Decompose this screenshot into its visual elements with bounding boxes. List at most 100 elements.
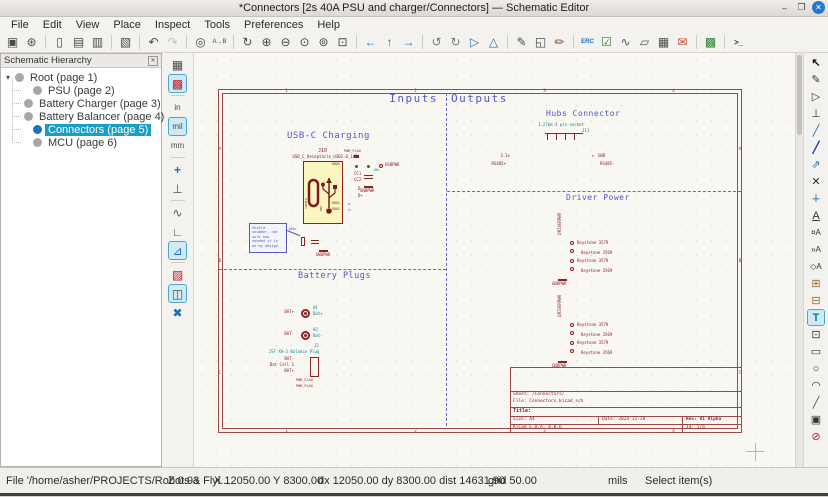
grid-toggle-icon[interactable]: ▦ xyxy=(169,56,186,73)
wire-tool-icon[interactable]: ╱ xyxy=(808,123,824,138)
testpoint-label[interactable]: Keystone 3569 xyxy=(581,251,612,255)
pwr-flag-label[interactable]: PWR_FLAG xyxy=(344,150,361,154)
inputs-outputs-divider[interactable] xyxy=(446,93,447,426)
nav-forward-icon[interactable]: → xyxy=(400,34,417,51)
rotate-ccw-icon[interactable]: ↺ xyxy=(428,34,445,51)
net-label-rs485m[interactable]: RS485- xyxy=(600,162,614,166)
line-free-angle-icon[interactable]: ∿ xyxy=(169,204,186,221)
sheet-pin-tool-icon[interactable]: ⊟ xyxy=(808,293,824,308)
menu-item[interactable]: Inspect xyxy=(148,19,197,31)
battery-plugs-divider[interactable] xyxy=(219,269,446,270)
net-label-batplus[interactable]: BAT+ xyxy=(258,310,294,314)
testpoint-label[interactable]: Keystone 3579 xyxy=(577,259,608,263)
testpoint-label[interactable]: Keystone 3569 xyxy=(581,333,612,337)
print-icon[interactable]: ▤ xyxy=(70,34,87,51)
mirror-v-icon[interactable]: △ xyxy=(485,34,502,51)
net-label-tool-icon[interactable]: A xyxy=(808,208,824,223)
mirror-h-icon[interactable]: ▷ xyxy=(466,34,483,51)
menu-item[interactable]: Place xyxy=(106,19,148,31)
close-button[interactable]: ✕ xyxy=(812,1,825,14)
textbox-tool-icon[interactable]: ⊡ xyxy=(808,327,824,342)
line-tool-icon[interactable]: ╱ xyxy=(808,395,824,410)
select-tool-icon[interactable]: ↖ xyxy=(808,55,824,70)
find-icon[interactable]: ◎ xyxy=(192,34,209,51)
annotate-icon[interactable]: ✎ xyxy=(513,34,530,51)
plot-icon[interactable]: ▥ xyxy=(89,34,106,51)
arc-tool-icon[interactable]: ◠ xyxy=(808,378,824,393)
battery-section-title[interactable]: Battery Plugs xyxy=(298,272,371,281)
bom-icon[interactable]: ✉ xyxy=(674,34,691,51)
line-45-icon[interactable]: ⊿ xyxy=(169,242,186,259)
testpoint-label[interactable]: Keystone 3579 xyxy=(577,341,608,345)
nav-back-icon[interactable]: ← xyxy=(362,34,379,51)
net-label-cc1[interactable]: CC1 xyxy=(354,172,361,176)
net-label-cc2[interactable]: CC2 xyxy=(354,178,361,182)
canvas-vertical-scrollbar[interactable] xyxy=(795,53,803,467)
no-connect-tool-icon[interactable]: ✕ xyxy=(808,174,824,189)
hubs-ref[interactable]: J11 xyxy=(582,129,589,133)
global-label-tool-icon[interactable]: ◇A xyxy=(808,259,824,274)
net-label-bal3[interactable]: BAT+ xyxy=(250,369,294,373)
refresh-icon[interactable]: ↻ xyxy=(239,34,256,51)
shield-note[interactable]: Shield snubber, not sure how needed it i… xyxy=(249,223,287,253)
hierarchy-navigator-icon[interactable]: ◫ xyxy=(169,285,186,302)
net-label-3v3[interactable]: 3.3v xyxy=(484,154,510,158)
highlight-net-tool-icon[interactable]: ✎ xyxy=(808,72,824,87)
symbol-library-links-icon[interactable]: ◱ xyxy=(532,34,549,51)
hubs-section-title[interactable]: Hubs Connector xyxy=(546,110,620,118)
text-tool-icon[interactable]: T xyxy=(808,310,824,325)
plug-ref[interactable]: H1 xyxy=(313,306,318,310)
menu-item[interactable]: Edit xyxy=(36,19,69,31)
hierarchy-tree-item[interactable]: Battery Charger (page 3) xyxy=(1,97,161,110)
hierarchy-tree-item[interactable]: ▾ Root (page 1) xyxy=(1,71,161,84)
erc-check-icon[interactable]: ☑ xyxy=(598,34,615,51)
find-replace-icon[interactable]: A→B xyxy=(211,34,228,51)
inputs-label[interactable]: Inputs xyxy=(334,93,438,104)
usbc-body[interactable]: SHIELD GND xyxy=(303,161,343,224)
net-label-bal2[interactable]: Bat Cell 1 xyxy=(250,363,294,367)
balance-body[interactable] xyxy=(310,357,319,377)
hierarchy-tree-item[interactable]: Battery Balancer (page 4) xyxy=(1,110,161,123)
zoom-in-icon[interactable]: ⊕ xyxy=(258,34,275,51)
menu-item[interactable]: Tools xyxy=(197,19,237,31)
netclass-directive-tool-icon[interactable]: ¤A xyxy=(808,225,824,240)
circle-tool-icon[interactable]: ○ xyxy=(808,361,824,376)
properties-panel-icon[interactable]: ✖ xyxy=(169,304,186,321)
console-icon[interactable]: >_ xyxy=(730,34,747,51)
plug-value[interactable]: Bat+ xyxy=(313,312,323,316)
outputs-label[interactable]: Outputs xyxy=(451,93,508,104)
balance-ref[interactable]: J2 xyxy=(314,344,319,348)
net-label-dplus[interactable]: D+ xyxy=(358,194,363,198)
hubs-desc[interactable]: 1.27mm 4 pin socket xyxy=(516,123,606,127)
balance-value[interactable]: JST XH-3 Balance Plug xyxy=(244,350,344,354)
menu-item[interactable]: Preferences xyxy=(237,19,310,31)
junction-tool-icon[interactable]: ∔ xyxy=(808,191,824,206)
hierarchy-tree-item[interactable]: Connectors (page 5) xyxy=(1,123,161,136)
usbpwr-label[interactable]: USBPWR xyxy=(385,163,399,167)
testpoint-label[interactable]: Keystone 3579 xyxy=(577,241,608,245)
hierarchy-tree-item[interactable]: PSU (page 2) xyxy=(1,84,161,97)
testpoint-label[interactable]: Keystone 3579 xyxy=(577,323,608,327)
driver-rail-label[interactable]: DRIVERPWR xyxy=(558,295,562,317)
minimize-button[interactable]: – xyxy=(778,1,791,14)
schematic-canvas[interactable]: 1234 1234 ABC ABC Inputs Outputs USB-C C… xyxy=(194,53,795,467)
undo-icon[interactable]: ↶ xyxy=(145,34,162,51)
assign-footprints-icon[interactable]: ▱ xyxy=(636,34,653,51)
place-symbol-tool-icon[interactable]: ▷ xyxy=(808,89,824,104)
hidden-pins-icon[interactable]: ⊥ xyxy=(169,180,186,197)
testpoint-label[interactable]: Keystone 3569 xyxy=(581,351,612,355)
cap-value[interactable]: 10u xyxy=(373,169,379,173)
zoom-out-icon[interactable]: ⊖ xyxy=(277,34,294,51)
erc-icon[interactable]: ERC xyxy=(579,34,596,51)
zoom-objects-icon[interactable]: ⊚ xyxy=(315,34,332,51)
driver-section-title[interactable]: Driver Power xyxy=(566,194,630,202)
maximize-button[interactable]: ❒ xyxy=(795,1,808,14)
nav-up-icon[interactable]: ↑ xyxy=(381,34,398,51)
scrollbar-thumb[interactable] xyxy=(797,55,802,135)
gndpwr-label[interactable]: GNDPWR xyxy=(310,253,336,257)
paste-icon[interactable]: ▧ xyxy=(117,34,134,51)
gndpwr-label[interactable]: GNDPWR xyxy=(552,282,566,286)
usbc-value[interactable]: USB_C_Receptacle_USB2.0_16P xyxy=(270,155,380,159)
testpoint-label[interactable]: Keystone 3569 xyxy=(581,269,612,273)
plug-value[interactable]: Bat- xyxy=(313,334,323,338)
